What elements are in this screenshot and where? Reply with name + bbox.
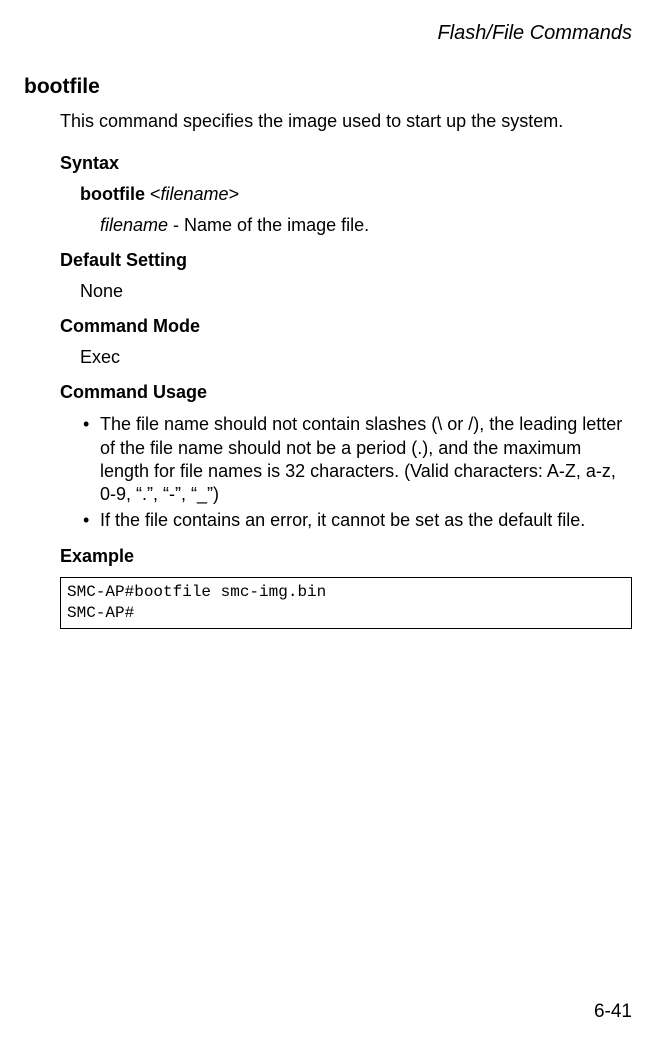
example-box: SMC-AP#bootfile smc-img.bin SMC-AP# [60, 577, 632, 629]
bullet-icon: • [80, 509, 100, 532]
syntax-param-name: filename [161, 184, 229, 204]
syntax-command: bootfile [80, 184, 145, 204]
command-mode-label: Command Mode [60, 316, 632, 337]
param-description: filename - Name of the image file. [100, 215, 632, 236]
command-usage-label: Command Usage [60, 382, 632, 403]
page-header: Flash/File Commands [24, 22, 632, 45]
default-setting-label: Default Setting [60, 250, 632, 271]
command-description: This command specifies the image used to… [60, 109, 632, 133]
param-desc-name: filename [100, 215, 168, 235]
page-number: 6-41 [594, 1001, 632, 1023]
bullet-text: The file name should not contain slashes… [100, 413, 632, 507]
bullet-icon: • [80, 413, 100, 507]
command-mode-value: Exec [80, 347, 632, 368]
syntax-param-close: > [229, 184, 240, 204]
list-item: • The file name should not contain slash… [80, 413, 632, 507]
example-label: Example [60, 546, 632, 567]
default-setting-value: None [80, 281, 632, 302]
list-item: • If the file contains an error, it cann… [80, 509, 632, 532]
syntax-line: bootfile <filename> [80, 184, 632, 205]
syntax-param-open: < [145, 184, 161, 204]
command-title: bootfile [24, 75, 632, 99]
param-desc-text: - Name of the image file. [168, 215, 369, 235]
bullet-text: If the file contains an error, it cannot… [100, 509, 632, 532]
syntax-label: Syntax [60, 153, 632, 174]
command-usage-list: • The file name should not contain slash… [80, 413, 632, 532]
